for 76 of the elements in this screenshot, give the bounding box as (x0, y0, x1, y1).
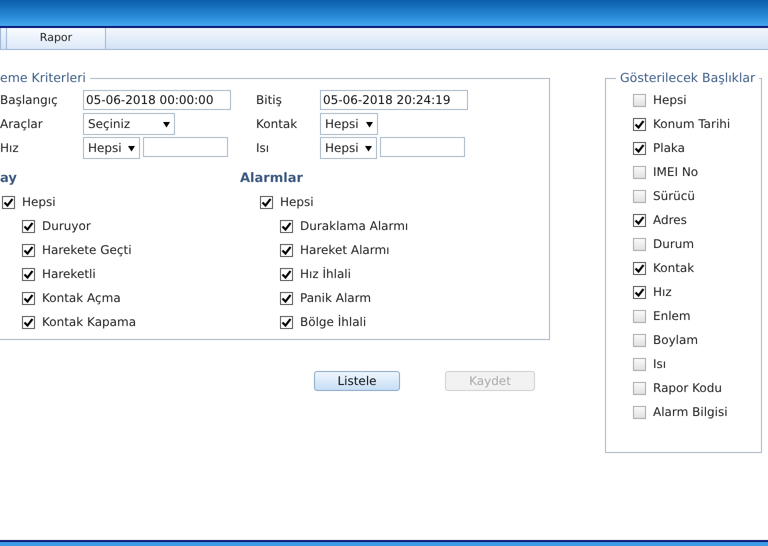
checkbox[interactable] (280, 316, 293, 328)
section-heading: Alarmlar (240, 170, 304, 188)
field-label: Isı (256, 140, 270, 157)
checkbox-label: Bölge İhlali (300, 314, 366, 331)
field-label: Kontak (256, 116, 298, 133)
checkbox-label: Boylam (653, 332, 698, 349)
checkbox[interactable] (2, 196, 15, 208)
text-field[interactable]: 05-06-2018 20:24:19 (320, 90, 468, 110)
tab[interactable]: Rapor (6, 28, 106, 49)
caret-icon (366, 120, 373, 128)
checkbox[interactable] (22, 220, 35, 232)
checkbox-label: Kontak Kapama (42, 314, 136, 331)
checkbox[interactable] (633, 214, 646, 226)
checkbox[interactable] (633, 190, 646, 202)
checkbox[interactable] (633, 238, 646, 250)
checkbox-label: Hız İhlali (300, 266, 351, 283)
panel-legend: eme Kriterleri (0, 70, 90, 86)
checkbox-label: Kontak (653, 260, 694, 277)
checkbox[interactable] (633, 406, 646, 418)
text-field[interactable]: 05-06-2018 00:00:00 (83, 90, 231, 110)
checkbox-label: Hız (653, 284, 672, 301)
checkbox-label: Enlem (653, 308, 691, 325)
checkbox-label: Duraklama Alarmı (300, 218, 408, 235)
text-field[interactable] (143, 137, 228, 157)
checkbox-label: Duruyor (42, 218, 91, 235)
checkbox[interactable] (633, 118, 646, 130)
checkbox[interactable] (280, 268, 293, 280)
caret-icon (365, 144, 372, 152)
checkbox-label: Hepsi (22, 194, 56, 211)
dropdown[interactable]: Hepsi (83, 137, 140, 159)
checkbox-label: IMEI No (653, 164, 698, 181)
checkbox[interactable] (633, 286, 646, 298)
field-label: Hız (0, 140, 20, 157)
checkbox-label: Durum (653, 236, 694, 253)
panel-legend: Gösterilecek Başlıklar (616, 70, 760, 86)
checkbox[interactable] (22, 268, 35, 280)
checkbox[interactable] (22, 316, 35, 328)
checkbox-label: Hepsi (653, 92, 687, 109)
checkbox-label: Plaka (653, 140, 686, 157)
checkbox[interactable] (633, 310, 646, 322)
checkbox-label: Sürücü (653, 188, 695, 205)
field-label: Araçlar (0, 116, 44, 133)
checkbox-label: Hepsi (280, 194, 314, 211)
field-label: Bitiş (256, 92, 283, 109)
checkbox[interactable] (633, 262, 646, 274)
checkbox-label: Kontak Açma (42, 290, 121, 307)
section-heading: ay (0, 170, 18, 188)
checkbox[interactable] (280, 244, 293, 256)
dropdown[interactable]: Hepsi (320, 137, 377, 159)
checkbox[interactable] (22, 292, 35, 304)
checkbox-label: Konum Tarihi (653, 116, 730, 133)
checkbox[interactable] (633, 166, 646, 178)
checkbox[interactable] (633, 94, 646, 106)
checkbox[interactable] (22, 244, 35, 256)
field-label: Başlangıç (0, 92, 59, 109)
checkbox[interactable] (633, 358, 646, 370)
caret-icon (128, 144, 135, 152)
dropdown[interactable]: Seçiniz (83, 113, 175, 135)
caret-icon (163, 120, 170, 128)
checkbox-label: Harekete Geçti (42, 242, 132, 259)
checkbox-label: Panik Alarm (300, 290, 372, 307)
checkbox[interactable] (633, 334, 646, 346)
checkbox-label: Hareket Alarmı (300, 242, 390, 259)
checkbox-label: Rapor Kodu (653, 380, 722, 397)
checkbox[interactable] (260, 196, 273, 208)
text-field[interactable] (380, 137, 465, 157)
checkbox[interactable] (280, 220, 293, 232)
dropdown[interactable]: Hepsi (320, 113, 378, 135)
checkbox-label: Adres (653, 212, 687, 229)
checkbox-label: Alarm Bilgisi (653, 404, 728, 421)
list-button[interactable]: Listele (314, 371, 400, 391)
checkbox[interactable] (280, 292, 293, 304)
checkbox-label: Isı (653, 356, 666, 373)
checkbox[interactable] (633, 142, 646, 154)
checkbox-label: Hareketli (42, 266, 96, 283)
checkbox[interactable] (633, 382, 646, 394)
